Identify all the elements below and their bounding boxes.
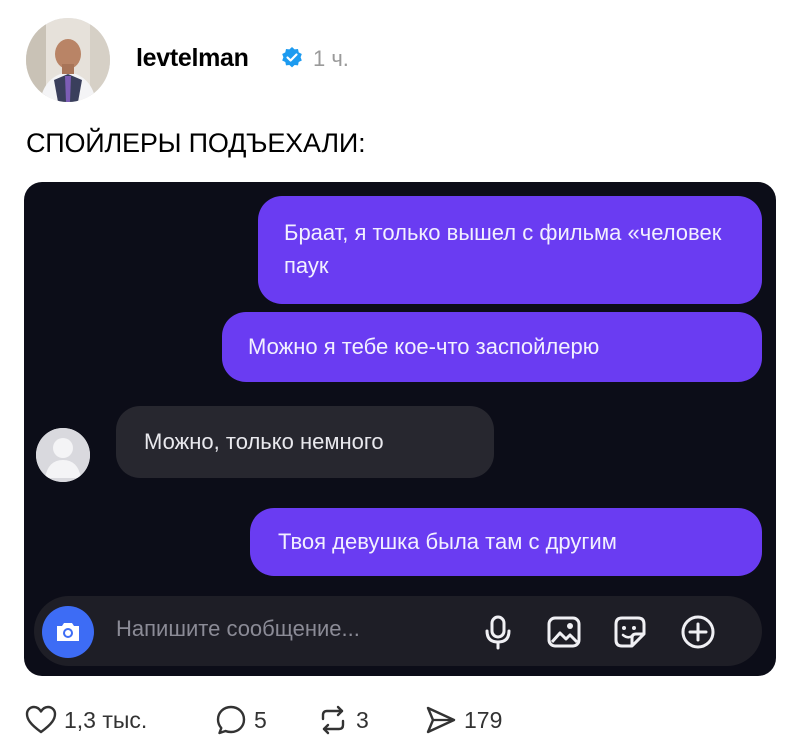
peer-avatar — [36, 428, 90, 482]
message-bubble-outgoing: Браат, я только вышел с фильма «человек … — [258, 196, 762, 304]
repost-icon — [321, 705, 345, 735]
reply-count: 5 — [254, 706, 267, 733]
comment-icon — [216, 705, 246, 735]
default-user-icon — [36, 428, 90, 482]
repost-button[interactable]: 3 — [316, 698, 369, 742]
camera-button — [42, 606, 94, 658]
post-time: 1 ч. — [313, 46, 349, 71]
message-bubble-outgoing: Можно я тебе кое-что заспойлерю — [222, 312, 762, 382]
like-count: 1,3 тыс. — [64, 706, 148, 733]
share-count: 179 — [464, 706, 503, 733]
add-circle-icon — [681, 615, 715, 649]
author-avatar[interactable] — [26, 18, 110, 102]
microphone-icon — [485, 615, 511, 650]
share-button[interactable]: 179 — [424, 698, 502, 742]
chat-screenshot-image[interactable]: Браат, я только вышел с фильма «человек … — [24, 182, 776, 676]
post-actions-bar: 1,3 тыс. 5 3 179 — [0, 698, 800, 744]
message-input-placeholder: Напишите сообщение... — [116, 616, 360, 641]
post-caption: СПОЙЛЕРЫ ПОДЪЕХАЛИ: — [26, 128, 366, 158]
author-username[interactable]: levtelman — [136, 44, 249, 73]
send-icon — [426, 706, 456, 734]
sticker-icon — [614, 616, 646, 648]
gallery-icon — [547, 616, 581, 648]
camera-icon — [57, 623, 79, 641]
verified-badge-icon — [282, 47, 302, 68]
message-bubble-outgoing: Твоя девушка была там с другим — [250, 508, 762, 576]
message-composer: Напишите сообщение... — [34, 596, 762, 666]
like-button[interactable]: 1,3 тыс. — [24, 698, 147, 742]
message-bubble-incoming: Можно, только немного — [116, 406, 494, 478]
repost-count: 3 — [356, 706, 369, 733]
heart-icon — [25, 705, 57, 734]
author-photo — [26, 18, 110, 102]
reply-button[interactable]: 5 — [214, 698, 267, 742]
